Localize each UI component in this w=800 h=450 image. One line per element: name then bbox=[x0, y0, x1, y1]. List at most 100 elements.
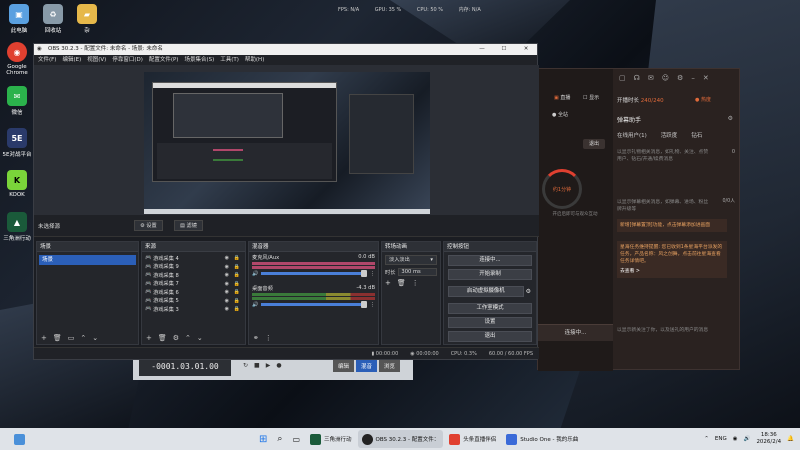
source-item[interactable]: 🎮 游戏采集 3 ◉ 🔒 bbox=[142, 305, 245, 314]
desktop-icon-this-pc[interactable]: ▣ 此电脑 bbox=[2, 4, 36, 34]
play-icon[interactable]: ▶ bbox=[266, 362, 271, 369]
speaker-icon[interactable]: 🔊 bbox=[252, 302, 258, 308]
widgets-button[interactable] bbox=[10, 430, 29, 448]
tip-pin-danmaku[interactable]: 新增[弹幕置顶]功能，点击弹幕添加进画面 bbox=[617, 219, 727, 233]
obs-titlebar[interactable]: ◉ OBS 30.2.3 - 配置文件: 未命名 - 场景: 未命名 — ☐ ✕ bbox=[34, 44, 537, 55]
start-virtual-camera-button[interactable]: 启动虚拟摄像机 bbox=[448, 286, 524, 297]
start-streaming-button[interactable]: 连接中... bbox=[448, 255, 532, 266]
taskbar-app-obs[interactable]: OBS 30.2.3 - 配置文件： bbox=[357, 430, 444, 448]
visibility-icon[interactable]: ◉ bbox=[225, 264, 229, 270]
tab-edit[interactable]: 编辑 bbox=[333, 360, 355, 372]
menu-scene-collection[interactable]: 场景集合(S) bbox=[184, 55, 214, 65]
visibility-icon[interactable]: ◉ bbox=[225, 289, 229, 295]
connecting-button[interactable]: 连接中... bbox=[538, 324, 613, 341]
record-icon[interactable]: ● bbox=[276, 362, 281, 369]
desktop-icon-5e[interactable]: 5E 5E对战平台 bbox=[0, 128, 34, 158]
volume-icon[interactable]: 🔊 bbox=[744, 436, 751, 442]
message-icon[interactable]: ✉ bbox=[648, 74, 654, 82]
source-item[interactable]: 🎮 游戏采集 7 ◉ 🔒 bbox=[142, 280, 245, 289]
desktop-icon-kook[interactable]: K KOOK bbox=[0, 170, 34, 198]
menu-file[interactable]: 文件(F) bbox=[38, 55, 56, 65]
taskbar-app-live-companion[interactable]: 头条直播伴侣 bbox=[445, 430, 500, 448]
gear-icon[interactable]: ⚙ bbox=[173, 334, 179, 342]
desktop-icon-folder[interactable]: ▰ 杂 bbox=[70, 4, 104, 34]
settings-icon[interactable]: ⚙ bbox=[677, 74, 683, 82]
lock-icon[interactable]: 🔒 bbox=[234, 264, 240, 270]
visibility-icon[interactable]: ◉ bbox=[225, 298, 229, 304]
tip-task-reminder[interactable]: 星海任务维持提醒: 您已收到1条星海平台派发的任务，产品名称：风之创舞，点击前往… bbox=[617, 241, 727, 278]
add-icon[interactable]: + bbox=[146, 334, 152, 342]
add-icon[interactable]: + bbox=[41, 334, 47, 342]
move-down-icon[interactable]: ⌄ bbox=[92, 334, 98, 342]
volume-slider[interactable] bbox=[261, 301, 368, 308]
network-icon[interactable]: ◉ bbox=[733, 436, 738, 442]
lock-icon[interactable]: 🔒 bbox=[234, 298, 240, 304]
task-view-button[interactable]: ▭ bbox=[288, 430, 304, 448]
volume-slider[interactable] bbox=[261, 270, 368, 277]
settings-button[interactable]: 设置 bbox=[448, 317, 532, 328]
exit-button[interactable]: 退出 bbox=[448, 331, 532, 342]
filters-button[interactable]: ▤ 滤镜 bbox=[174, 220, 203, 231]
source-item[interactable]: 🎮 游戏采集 9 ◉ 🔒 bbox=[142, 263, 245, 272]
source-item[interactable]: 🎮 游戏采集 8 ◉ 🔒 bbox=[142, 271, 245, 280]
kebab-icon[interactable]: ⋮ bbox=[265, 334, 272, 342]
stop-icon[interactable]: ■ bbox=[254, 362, 260, 369]
trash-icon[interactable]: 🗑 bbox=[158, 334, 167, 342]
move-down-icon[interactable]: ⌄ bbox=[197, 334, 203, 342]
screen-icon[interactable]: ▢ bbox=[619, 74, 626, 82]
kebab-icon[interactable]: ⋮ bbox=[370, 302, 375, 308]
menu-tools[interactable]: 工具(T) bbox=[220, 55, 239, 65]
properties-button[interactable]: ⚙ 设置 bbox=[134, 220, 163, 231]
tab-browse[interactable]: 浏览 bbox=[379, 360, 401, 372]
loop-icon[interactable]: ↻ bbox=[243, 362, 248, 369]
transition-select[interactable]: 淡入淡出 ▾ bbox=[385, 255, 437, 265]
lock-icon[interactable]: 🔒 bbox=[234, 306, 240, 312]
visibility-icon[interactable]: ◉ bbox=[225, 281, 229, 287]
menu-edit[interactable]: 编辑(E) bbox=[62, 55, 81, 65]
tray-overflow-icon[interactable]: ⌃ bbox=[704, 436, 709, 442]
tab-activity[interactable]: 活跃度 bbox=[661, 131, 678, 139]
tab-online-users[interactable]: 在线用户(1) bbox=[617, 131, 647, 139]
taskbar-app-delta-force[interactable]: 三角洲行动 bbox=[306, 430, 356, 448]
exit-button[interactable]: 退出 bbox=[583, 139, 605, 149]
source-item[interactable]: 🎮 游戏采集 5 ◉ 🔒 bbox=[142, 297, 245, 306]
filter-icon[interactable]: ▭ bbox=[68, 334, 75, 342]
kebab-icon[interactable]: ⋮ bbox=[370, 271, 375, 277]
gear-icon[interactable]: ⚙ bbox=[526, 288, 531, 295]
lock-icon[interactable]: 🔒 bbox=[234, 272, 240, 278]
search-button[interactable]: ⌕ bbox=[273, 430, 286, 448]
move-up-icon[interactable]: ⌃ bbox=[80, 334, 86, 342]
tab-mix[interactable]: 混音 bbox=[356, 360, 378, 372]
language-indicator[interactable]: ENG bbox=[715, 436, 727, 442]
close-icon[interactable]: ✕ bbox=[515, 44, 537, 55]
desktop-icon-recycle-bin[interactable]: ♻ 回收站 bbox=[36, 4, 70, 34]
preview-area[interactable] bbox=[34, 65, 539, 215]
start-button[interactable]: ⊞ bbox=[255, 430, 271, 448]
kebab-icon[interactable]: ⋮ bbox=[412, 279, 419, 287]
maximize-icon[interactable]: ☐ bbox=[493, 44, 515, 55]
danmaku-assistant-tab[interactable]: 弹幕助手 bbox=[617, 115, 641, 124]
move-up-icon[interactable]: ⌃ bbox=[185, 334, 191, 342]
menu-profile[interactable]: 配置文件(P) bbox=[149, 55, 179, 65]
visibility-icon[interactable]: ◉ bbox=[225, 255, 229, 261]
scope-selector[interactable]: ● 全站 bbox=[552, 111, 568, 118]
taskbar-app-studio-one[interactable]: Studio One - 我的乐曲 bbox=[502, 430, 582, 448]
lock-icon[interactable]: 🔒 bbox=[234, 289, 240, 295]
notification-icon[interactable]: 🔔 bbox=[787, 436, 794, 442]
desktop-icon-chrome[interactable]: ◉ Google Chrome bbox=[0, 42, 34, 76]
speaker-icon[interactable]: 🔊 bbox=[252, 271, 258, 277]
minimize-icon[interactable]: – bbox=[691, 74, 695, 82]
lock-icon[interactable]: 🔒 bbox=[234, 255, 240, 261]
headset-icon[interactable]: ☊ bbox=[634, 74, 640, 82]
menu-docks[interactable]: 停靠窗口(D) bbox=[112, 55, 143, 65]
clock[interactable]: 18:36 2026/2/4 bbox=[756, 432, 781, 445]
add-icon[interactable]: + bbox=[385, 279, 391, 287]
trash-icon[interactable]: 🗑 bbox=[397, 279, 406, 287]
desktop-icon-wechat[interactable]: ✉ 微信 bbox=[0, 86, 34, 116]
visibility-icon[interactable]: ◉ bbox=[225, 272, 229, 278]
view-task-link[interactable]: 去查看 > bbox=[620, 268, 724, 275]
source-item[interactable]: 🎮 游戏采集 4 ◉ 🔒 bbox=[142, 254, 245, 263]
link-icon[interactable]: ⚭ bbox=[253, 334, 259, 342]
menu-view[interactable]: 视图(V) bbox=[87, 55, 106, 65]
source-item[interactable]: 🎮 游戏采集 6 ◉ 🔒 bbox=[142, 288, 245, 297]
